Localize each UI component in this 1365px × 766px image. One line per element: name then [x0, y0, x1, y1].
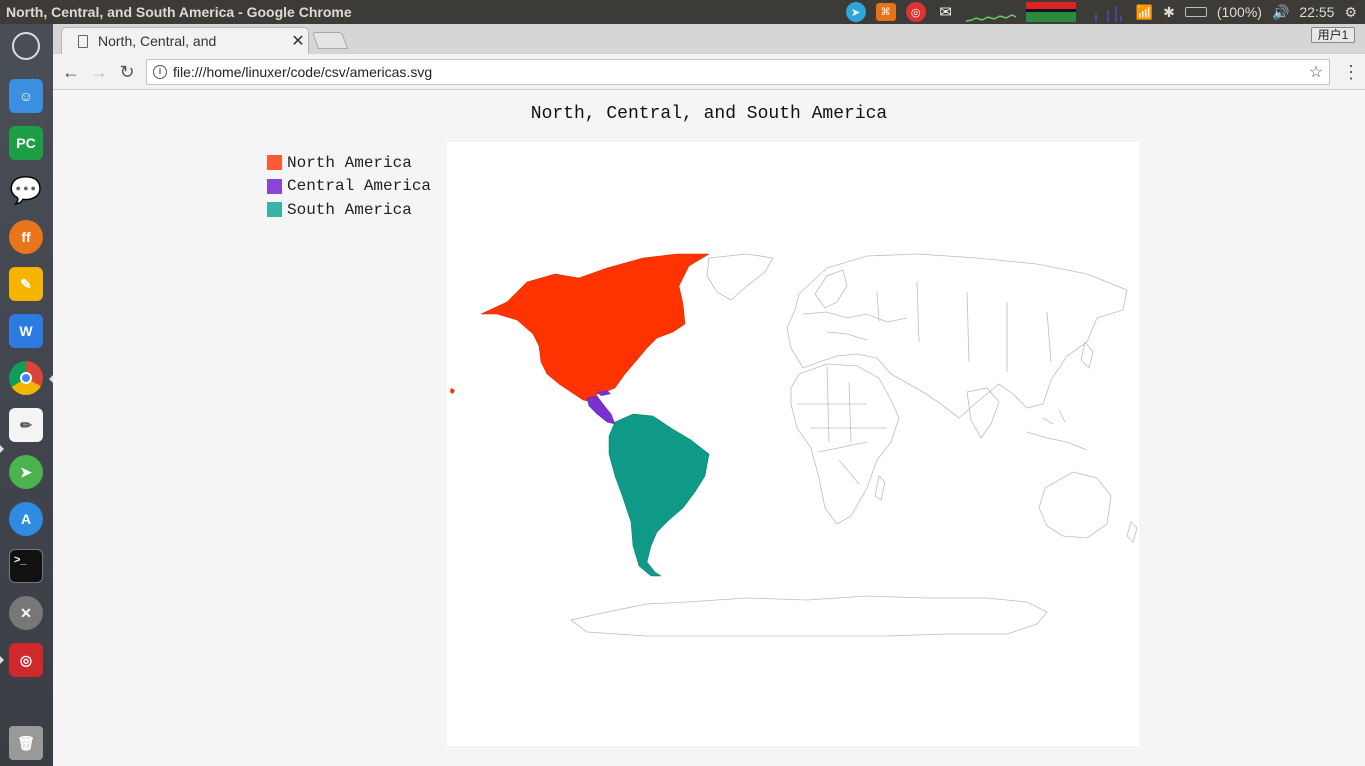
terminal-icon[interactable]: >_: [9, 549, 43, 583]
north-america-region[interactable]: [480, 253, 710, 403]
chart-legend: North America Central America South Amer…: [267, 151, 431, 222]
profile-button[interactable]: 用户1: [1311, 27, 1355, 43]
browser-toolbar: ← → ↻ i file:///home/linuxer/code/csv/am…: [53, 54, 1365, 90]
pycharm-icon[interactable]: PC: [9, 126, 43, 160]
tab-strip: North, Central, and ✕ 用户1: [53, 24, 1365, 54]
central-america-region[interactable]: [586, 395, 616, 425]
battery-icon[interactable]: [1184, 7, 1207, 17]
telegram-tray-icon[interactable]: ➤: [845, 2, 866, 22]
page-icon: [78, 34, 88, 48]
eurasia-outline: [786, 253, 1128, 419]
world-map: [447, 142, 1139, 746]
australia-outline: [1038, 471, 1112, 539]
se-asia-islands-outline: [1026, 409, 1088, 451]
launcher-pip: [0, 656, 4, 664]
back-icon[interactable]: ←: [59, 60, 83, 84]
legend-entry-south-america[interactable]: South America: [267, 198, 431, 222]
bookmark-star-icon[interactable]: ☆: [1303, 62, 1329, 82]
japan-outline: [1080, 341, 1094, 369]
legend-swatch: [267, 155, 282, 171]
browser-tab[interactable]: North, Central, and ✕: [61, 27, 309, 54]
cpu-graph-icon: [965, 2, 1016, 22]
system-tray: ➤ ⌘ ◎ ✉ 📶 ✱ (100%) 🔊 22:55 ⚙: [845, 2, 1365, 22]
bluetooth-icon[interactable]: ✱: [1163, 4, 1175, 21]
tab-title: North, Central, and: [98, 33, 217, 49]
chrome-icon[interactable]: [9, 361, 43, 395]
network-graph-icon: [1086, 2, 1126, 22]
telegram-icon[interactable]: ➤: [9, 455, 43, 489]
ubuntu-dash-icon[interactable]: [12, 32, 40, 60]
launcher: ☺ PC 💬 ff ✎ W ✏ ➤ A >_ ✕ ◎ 🗑: [0, 24, 53, 766]
trash-icon[interactable]: 🗑: [9, 726, 43, 760]
address-bar[interactable]: i file:///home/linuxer/code/csv/americas…: [146, 59, 1330, 85]
launcher-pip: [0, 445, 4, 453]
app-store-icon[interactable]: A: [9, 502, 43, 536]
africa-outline: [790, 363, 900, 525]
top-panel: North, Central, and South America - Goog…: [0, 0, 1365, 24]
greenland-outline: [706, 253, 774, 301]
clock[interactable]: 22:55: [1299, 4, 1334, 20]
text-editor-icon[interactable]: ✏: [9, 408, 43, 442]
files-icon[interactable]: ☺: [9, 79, 43, 113]
netease-music-icon[interactable]: ◎: [9, 643, 43, 677]
new-tab-button[interactable]: [311, 32, 349, 49]
legend-entry-central-america[interactable]: Central America: [267, 175, 431, 199]
power-gear-icon[interactable]: ⚙: [1344, 4, 1357, 21]
madagascar-outline: [874, 475, 886, 501]
south-america-region[interactable]: [608, 413, 710, 577]
legend-label: Central America: [287, 177, 432, 196]
memory-graph-icon: [1025, 2, 1076, 22]
wifi-icon[interactable]: 📶: [1136, 4, 1153, 21]
paint-icon[interactable]: ✎: [9, 267, 43, 301]
antarctica-outline: [570, 595, 1048, 637]
site-info-icon[interactable]: i: [153, 65, 167, 79]
netease-tray-icon[interactable]: ◎: [905, 2, 926, 22]
wps-writer-icon[interactable]: W: [9, 314, 43, 348]
wechat-icon[interactable]: 💬: [9, 173, 43, 207]
legend-swatch: [267, 178, 282, 194]
battery-percent: (100%): [1216, 4, 1262, 20]
volume-icon[interactable]: 🔊: [1272, 4, 1289, 21]
page-content: North, Central, and South America North …: [53, 90, 1365, 766]
url-text[interactable]: file:///home/linuxer/code/csv/americas.s…: [173, 64, 1303, 80]
reload-icon[interactable]: ↻: [115, 60, 139, 84]
americas-regions: [450, 253, 710, 577]
new-zealand-outline: [1126, 521, 1138, 543]
keyboard-tray-icon[interactable]: ⌘: [875, 3, 896, 21]
legend-swatch: [267, 202, 282, 218]
legend-label: North America: [287, 153, 412, 172]
legend-entry-north-america[interactable]: North America: [267, 151, 431, 175]
wechat-tray-icon[interactable]: ✉: [936, 2, 956, 22]
world-map-svg: [450, 253, 1138, 637]
menu-icon[interactable]: ⋮: [1339, 60, 1363, 84]
legend-label: South America: [287, 200, 412, 219]
europe-borders: [802, 281, 1052, 372]
forward-icon[interactable]: →: [87, 60, 111, 84]
firefox-icon[interactable]: ff: [9, 220, 43, 254]
window-title: North, Central, and South America - Goog…: [6, 4, 352, 20]
chart-title: North, Central, and South America: [530, 104, 888, 124]
close-tab-icon[interactable]: ✕: [288, 31, 308, 51]
settings-icon[interactable]: ✕: [9, 596, 43, 630]
hawaii-region[interactable]: [450, 388, 455, 394]
scandinavia-outline: [814, 269, 848, 309]
india-outline: [966, 387, 1000, 439]
africa-borders: [797, 365, 887, 485]
